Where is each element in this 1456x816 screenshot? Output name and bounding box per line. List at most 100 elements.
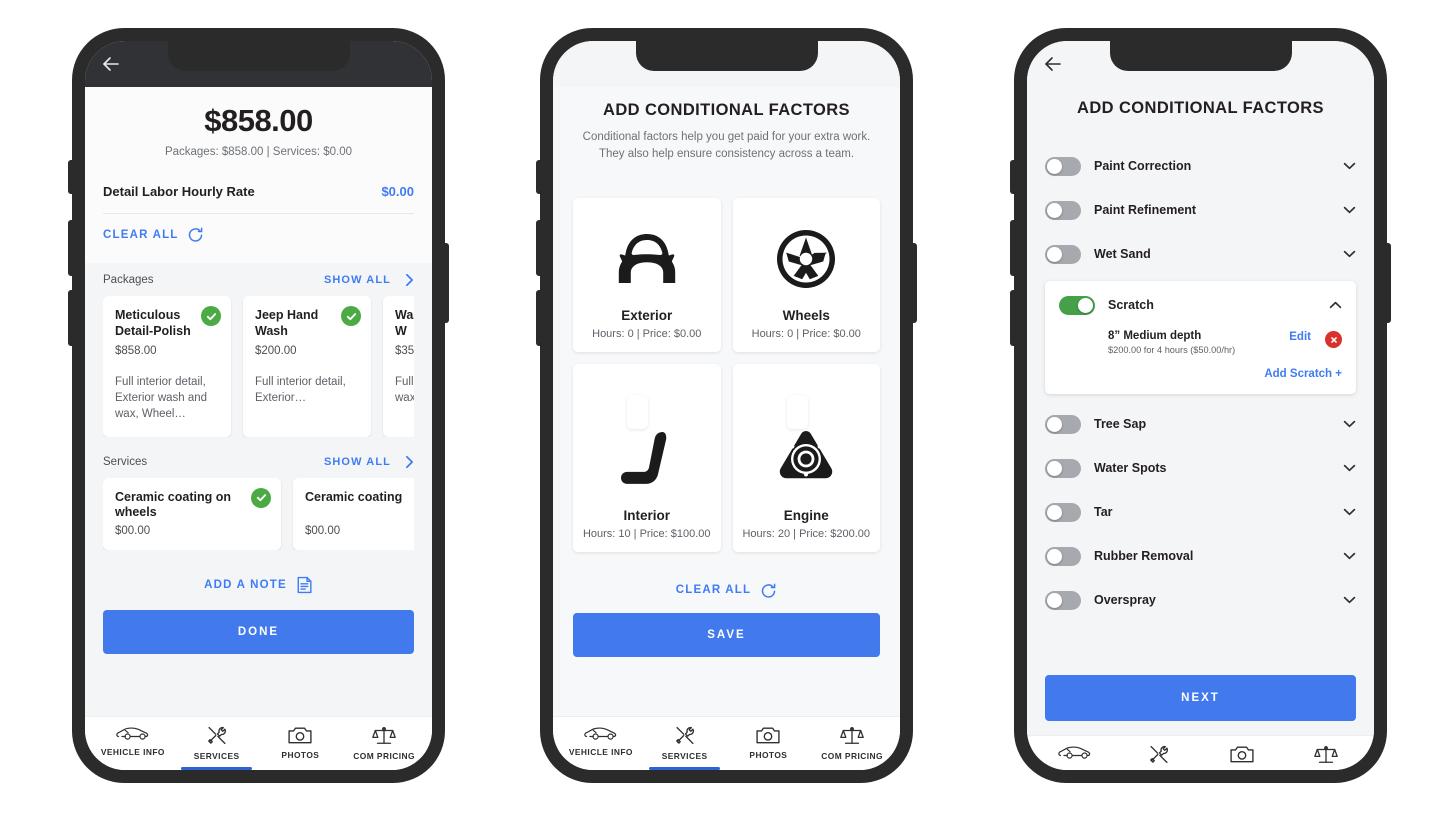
clear-all-button[interactable]: CLEAR ALL bbox=[573, 552, 880, 613]
clear-all-label: CLEAR ALL bbox=[675, 584, 752, 596]
factor-toggle[interactable] bbox=[1045, 458, 1081, 478]
factor-toggle[interactable] bbox=[1045, 502, 1081, 522]
tab-vehicle-info[interactable]: VEHICLE INFO bbox=[559, 725, 643, 770]
service-card-list[interactable]: Ceramic coating on wheels $00.00 Ceramic… bbox=[103, 477, 414, 550]
tab-photos[interactable]: PHOTOS bbox=[259, 725, 343, 770]
tab-label: COM PRICING bbox=[353, 751, 415, 761]
phone-side-button-power bbox=[444, 243, 449, 323]
factor-toggle[interactable] bbox=[1045, 156, 1081, 176]
tools-icon bbox=[675, 726, 694, 745]
factor-label: Tar bbox=[1094, 505, 1113, 519]
chevron-down-icon[interactable] bbox=[1343, 420, 1356, 428]
phone-notch bbox=[167, 41, 350, 71]
factor-label: Water Spots bbox=[1094, 461, 1167, 475]
phone-side-button-volume-up bbox=[1010, 220, 1015, 276]
engine-rotor-glyph bbox=[780, 430, 833, 478]
tab-vehicle-info[interactable]: VEHICLE INFO bbox=[91, 725, 175, 770]
scratch-detail-row: 8” Medium depth $200.00 for 4 hours ($50… bbox=[1059, 325, 1342, 355]
chevron-down-icon[interactable] bbox=[1343, 464, 1356, 472]
category-name: Interior bbox=[623, 507, 670, 523]
category-name: Exterior bbox=[621, 307, 673, 323]
phone-side-button-volume-up bbox=[536, 220, 541, 276]
service-card[interactable]: Ceramic coating $00.00 bbox=[293, 477, 414, 550]
package-card[interactable]: Meticulous Detail-Polish $858.00 Full in… bbox=[103, 296, 231, 437]
category-tile-grid: Exterior Hours: 0 | Price: $0.00 Wheels … bbox=[573, 197, 880, 552]
chevron-down-icon[interactable] bbox=[1343, 162, 1356, 170]
tools-icon bbox=[207, 726, 226, 745]
tab-photos[interactable] bbox=[1201, 744, 1285, 770]
factor-row-paint-correction[interactable]: Paint Correction bbox=[1045, 144, 1356, 188]
scales-icon bbox=[372, 726, 396, 744]
tab-photos[interactable]: PHOTOS bbox=[727, 725, 811, 770]
price-breakdown: Packages: $858.00 | Services: $0.00 bbox=[164, 146, 353, 158]
tab-services[interactable]: SERVICES bbox=[175, 725, 259, 770]
save-button[interactable]: SAVE bbox=[573, 612, 880, 657]
chevron-down-icon[interactable] bbox=[1343, 552, 1356, 560]
services-show-all-button[interactable]: SHOW ALL bbox=[324, 455, 414, 469]
car-front-glyph bbox=[618, 233, 675, 283]
factor-toggle[interactable] bbox=[1045, 244, 1081, 264]
packages-show-all-button[interactable]: SHOW ALL bbox=[324, 273, 414, 287]
category-tile-exterior[interactable]: Exterior Hours: 0 | Price: $0.00 bbox=[573, 197, 721, 352]
factor-row-water-spots[interactable]: Water Spots bbox=[1045, 446, 1356, 490]
package-card-list[interactable]: Meticulous Detail-Polish $858.00 Full in… bbox=[103, 296, 414, 437]
chevron-down-icon[interactable] bbox=[1343, 250, 1356, 258]
chevron-up-icon[interactable] bbox=[1329, 301, 1342, 309]
next-button[interactable]: NEXT bbox=[1045, 675, 1356, 721]
service-card[interactable]: Ceramic coating on wheels $00.00 bbox=[103, 477, 281, 550]
delete-scratch-button[interactable] bbox=[1325, 331, 1342, 348]
scratch-detail-main: 8” Medium depth $200.00 for 4 hours ($50… bbox=[1108, 330, 1289, 355]
tab-services[interactable] bbox=[1117, 744, 1201, 770]
factor-row-wet-sand[interactable]: Wet Sand bbox=[1045, 232, 1356, 276]
factor-card-scratch-expanded: Scratch 8” Medium depth $200.00 for 4 ho… bbox=[1045, 281, 1356, 394]
factor-row-overspray[interactable]: Overspray bbox=[1045, 578, 1356, 622]
page-subtitle: Conditional factors help you get paid fo… bbox=[582, 131, 871, 161]
package-description: Full interior detail, Exterior… bbox=[255, 376, 346, 404]
check-icon bbox=[256, 494, 266, 502]
package-card[interactable]: Wash Hand W $350.00 Full int… Exterio… w… bbox=[383, 296, 414, 437]
wheel-glyph bbox=[777, 229, 836, 288]
category-tile-interior[interactable]: Interior Hours: 10 | Price: $100.00 bbox=[573, 363, 721, 552]
back-arrow-icon[interactable] bbox=[1041, 52, 1065, 76]
service-price: $00.00 bbox=[305, 524, 341, 537]
screenshot-stage: $858.00 Packages: $858.00 | Services: $0… bbox=[0, 0, 1456, 816]
labor-rate-row[interactable]: Detail Labor Hourly Rate $0.00 bbox=[103, 184, 414, 201]
check-icon bbox=[346, 312, 356, 320]
add-scratch-button[interactable]: Add Scratch + bbox=[1059, 355, 1342, 380]
factor-row-rubber-removal[interactable]: Rubber Removal bbox=[1045, 534, 1356, 578]
factor-row-scratch[interactable]: Scratch bbox=[1059, 285, 1342, 325]
factor-row-tar[interactable]: Tar bbox=[1045, 490, 1356, 534]
factor-toggle[interactable] bbox=[1059, 295, 1095, 315]
tab-vehicle-info[interactable] bbox=[1033, 744, 1117, 770]
factor-toggle[interactable] bbox=[1045, 590, 1081, 610]
clear-all-button[interactable]: CLEAR ALL bbox=[103, 214, 414, 257]
phone-notch bbox=[1109, 41, 1292, 71]
back-arrow-icon[interactable] bbox=[99, 52, 123, 76]
category-meta: Hours: 0 | Price: $0.00 bbox=[592, 327, 702, 340]
package-name: Wash Hand W bbox=[395, 308, 414, 338]
factor-row-tree-sap[interactable]: Tree Sap bbox=[1045, 402, 1356, 446]
tab-label: SERVICES bbox=[661, 751, 708, 761]
tab-label: SERVICES bbox=[193, 751, 240, 761]
selected-check-badge bbox=[201, 306, 221, 326]
factor-toggle[interactable] bbox=[1045, 414, 1081, 434]
tab-services[interactable]: SERVICES bbox=[643, 725, 727, 770]
edit-scratch-button[interactable]: Edit bbox=[1289, 330, 1311, 343]
add-note-button[interactable]: ADD A NOTE bbox=[85, 550, 432, 610]
tab-com-pricing[interactable]: COM PRICING bbox=[810, 725, 894, 770]
factor-toggle[interactable] bbox=[1045, 200, 1081, 220]
category-tile-engine[interactable]: Engine Hours: 20 | Price: $200.00 bbox=[732, 363, 880, 552]
chevron-down-icon[interactable] bbox=[1343, 206, 1356, 214]
package-card[interactable]: Jeep Hand Wash $200.00 Full interior det… bbox=[243, 296, 371, 437]
tab-com-pricing[interactable] bbox=[1284, 744, 1368, 770]
factor-toggle[interactable] bbox=[1045, 546, 1081, 566]
tab-com-pricing[interactable]: COM PRICING bbox=[342, 725, 426, 770]
phone-side-button-mute bbox=[1010, 160, 1015, 194]
factor-row-paint-refinement[interactable]: Paint Refinement bbox=[1045, 188, 1356, 232]
labor-rate-value[interactable]: $0.00 bbox=[381, 184, 414, 199]
done-button[interactable]: DONE bbox=[103, 609, 414, 654]
chevron-down-icon[interactable] bbox=[1343, 596, 1356, 604]
chevron-down-icon[interactable] bbox=[1343, 508, 1356, 516]
category-tile-wheels[interactable]: Wheels Hours: 0 | Price: $0.00 bbox=[732, 197, 880, 352]
